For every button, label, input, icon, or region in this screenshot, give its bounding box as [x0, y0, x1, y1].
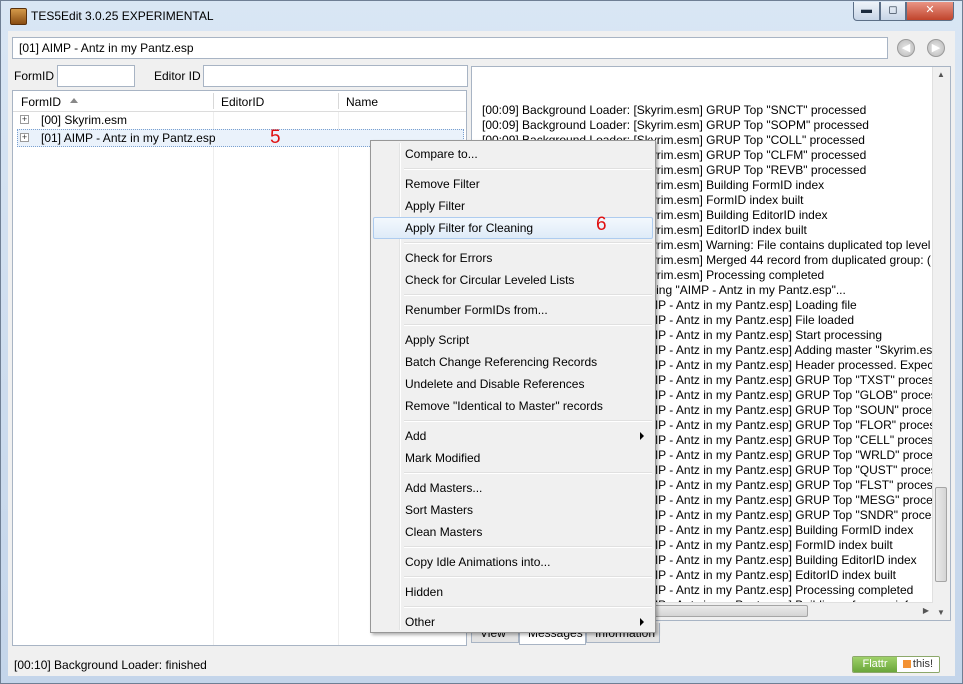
menu-item-apply-filter[interactable]: Apply Filter [373, 195, 653, 217]
annotation-step-6: 6 [596, 214, 607, 235]
menu-item-label: Renumber FormIDs from... [405, 303, 548, 317]
close-button[interactable]: ✕ [906, 2, 954, 21]
menu-item-check-for-errors[interactable]: Check for Errors [373, 247, 653, 269]
formid-input[interactable] [57, 65, 135, 87]
log-line: [00:09] Background Loader: [Skyrim.esm] … [482, 118, 869, 132]
scroll-right-icon[interactable]: ▶ [923, 606, 929, 615]
header-divider[interactable] [338, 93, 339, 109]
flattr-button[interactable]: Flattr this! [852, 656, 940, 673]
menu-item-mark-modified[interactable]: Mark Modified [373, 447, 653, 469]
status-bar: [00:10] Background Loader: finished Flat… [8, 651, 955, 676]
scroll-up-icon[interactable]: ▲ [937, 70, 945, 79]
expand-icon[interactable]: + [20, 133, 29, 142]
maximize-button[interactable]: ◻ [880, 2, 906, 21]
tree-row-label: [00] Skyrim.esm [41, 113, 128, 127]
column-header-name[interactable]: Name [346, 95, 378, 109]
vertical-scrollbar[interactable]: ▲ ▼ [932, 67, 950, 620]
menu-item-label: Other [405, 615, 436, 629]
menu-separator [404, 576, 652, 578]
menu-item-apply-script[interactable]: Apply Script [373, 329, 653, 351]
menu-separator [404, 242, 652, 244]
window-title: TES5Edit 3.0.25 EXPERIMENTAL [31, 9, 214, 23]
menu-item-label: Copy Idle Animations into... [405, 555, 551, 569]
menu-item-batch-change-referencing-records[interactable]: Batch Change Referencing Records [373, 351, 653, 373]
tree-row-skyrim[interactable]: + [00] Skyrim.esm [13, 111, 466, 129]
menu-item-remove-filter[interactable]: Remove Filter [373, 173, 653, 195]
menu-separator [404, 324, 652, 326]
menu-item-label: Remove "Identical to Master" records [405, 399, 603, 413]
menu-item-renumber-formids-from[interactable]: Renumber FormIDs from... [373, 299, 653, 321]
menu-item-label: Apply Filter for Cleaning [405, 221, 534, 235]
flattr-this: this! [897, 657, 939, 672]
flattr-this-label: this! [912, 658, 934, 670]
tree-row-label: [01] AIMP - Antz in my Pantz.esp [41, 131, 216, 145]
editorid-label: Editor ID [154, 69, 201, 83]
tree-header: FormID EditorID Name [13, 91, 466, 112]
editorid-input[interactable] [203, 65, 468, 87]
menu-item-hidden[interactable]: Hidden [373, 581, 653, 603]
menu-item-other[interactable]: Other [373, 611, 653, 633]
menu-item-copy-idle-animations-into[interactable]: Copy Idle Animations into... [373, 551, 653, 573]
flattr-label: Flattr [853, 657, 897, 672]
flattr-icon [902, 660, 911, 668]
record-path-field[interactable]: [01] AIMP - Antz in my Pantz.esp [12, 37, 888, 59]
menu-item-label: Batch Change Referencing Records [405, 355, 598, 369]
menu-separator [404, 294, 652, 296]
scroll-down-icon[interactable]: ▼ [937, 608, 945, 617]
expand-icon[interactable]: + [20, 115, 29, 124]
submenu-arrow-icon [640, 432, 644, 440]
menu-item-undelete-and-disable-references[interactable]: Undelete and Disable References [373, 373, 653, 395]
scroll-thumb[interactable] [935, 487, 947, 582]
menu-item-label: Apply Script [405, 333, 470, 347]
menu-separator [404, 472, 652, 474]
menu-separator [404, 546, 652, 548]
menu-separator [404, 168, 652, 170]
header-divider[interactable] [213, 93, 214, 109]
menu-separator [404, 420, 652, 422]
menu-item-label: Add Masters... [405, 481, 483, 495]
column-divider [213, 91, 214, 645]
menu-item-sort-masters[interactable]: Sort Masters [373, 499, 653, 521]
title-bar[interactable]: TES5Edit 3.0.25 EXPERIMENTAL ▬ ◻ ✕ [1, 1, 962, 31]
formid-label: FormID [14, 69, 54, 83]
menu-item-add[interactable]: Add [373, 425, 653, 447]
menu-item-label: Undelete and Disable References [405, 377, 585, 391]
menu-item-label: Apply Filter [405, 199, 466, 213]
menu-item-label: Sort Masters [405, 503, 474, 517]
minimize-button[interactable]: ▬ [853, 2, 880, 21]
main-window: TES5Edit 3.0.25 EXPERIMENTAL ▬ ◻ ✕ [01] … [0, 0, 963, 684]
menu-item-check-for-circular-leveled-lists[interactable]: Check for Circular Leveled Lists [373, 269, 653, 291]
menu-item-label: Mark Modified [405, 451, 481, 465]
status-text: [00:10] Background Loader: finished [14, 658, 207, 672]
menu-item-apply-filter-for-cleaning[interactable]: Apply Filter for Cleaning [373, 217, 653, 239]
context-menu: Compare to... Remove Filter Apply Filter Ap… [370, 140, 656, 633]
column-header-formid[interactable]: FormID [21, 95, 61, 109]
menu-item-compare-to[interactable]: Compare to... [373, 143, 653, 165]
menu-separator [404, 606, 652, 608]
column-header-editorid[interactable]: EditorID [221, 95, 264, 109]
app-icon [10, 8, 27, 25]
menu-item-add-masters[interactable]: Add Masters... [373, 477, 653, 499]
menu-item-clean-masters[interactable]: Clean Masters [373, 521, 653, 543]
menu-item-label: Compare to... [405, 147, 478, 161]
column-divider [338, 91, 339, 645]
forward-icon[interactable]: ▶ [927, 39, 945, 57]
submenu-arrow-icon [640, 618, 644, 626]
sort-ascending-icon [70, 98, 78, 103]
back-icon[interactable]: ◀ [897, 39, 915, 57]
menu-item-label: Add [405, 429, 427, 443]
menu-item-label: Clean Masters [405, 525, 483, 539]
menu-item-label: Hidden [405, 585, 444, 599]
menu-item-label: Check for Circular Leveled Lists [405, 273, 575, 287]
menu-item-label: Remove Filter [405, 177, 480, 191]
menu-item-remove-identical-to-master-records[interactable]: Remove "Identical to Master" records [373, 395, 653, 417]
log-line: [00:09] Background Loader: [Skyrim.esm] … [482, 103, 867, 117]
menu-item-label: Check for Errors [405, 251, 493, 265]
annotation-step-5: 5 [270, 127, 281, 148]
